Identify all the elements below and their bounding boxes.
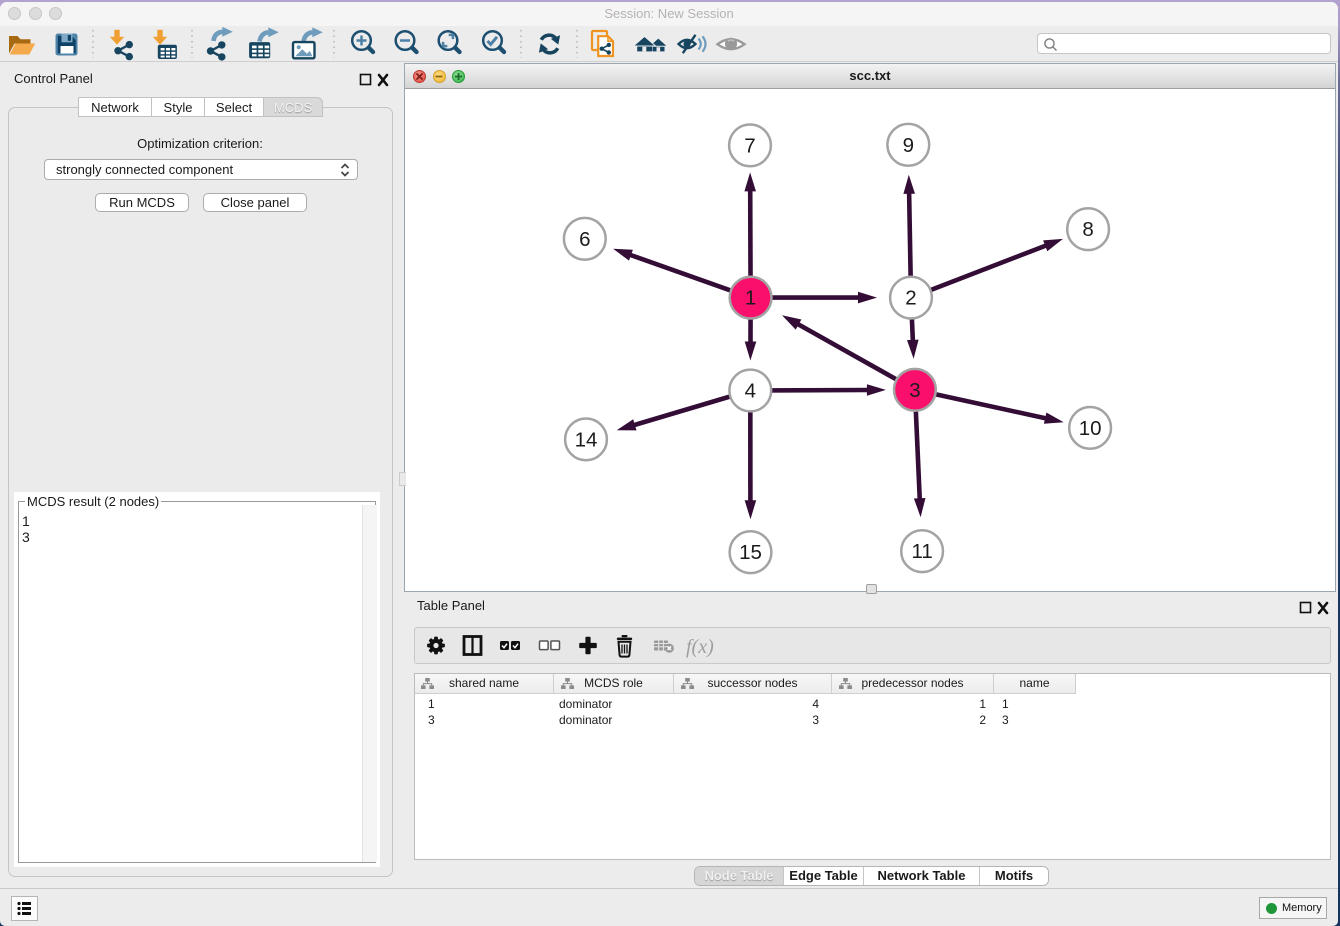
svg-text:1: 1 [745,287,756,310]
svg-text:f(x): f(x) [686,636,714,658]
svg-text:9: 9 [903,134,914,157]
svg-text:8: 8 [1082,218,1093,241]
svg-text:4: 4 [745,380,756,403]
svg-text:2: 2 [905,287,916,310]
svg-text:3: 3 [909,379,920,402]
svg-text:14: 14 [575,428,598,451]
svg-text:7: 7 [744,134,755,157]
svg-text:15: 15 [739,541,762,564]
svg-text:10: 10 [1079,417,1102,440]
svg-text:11: 11 [911,540,932,563]
svg-text:6: 6 [579,228,590,251]
